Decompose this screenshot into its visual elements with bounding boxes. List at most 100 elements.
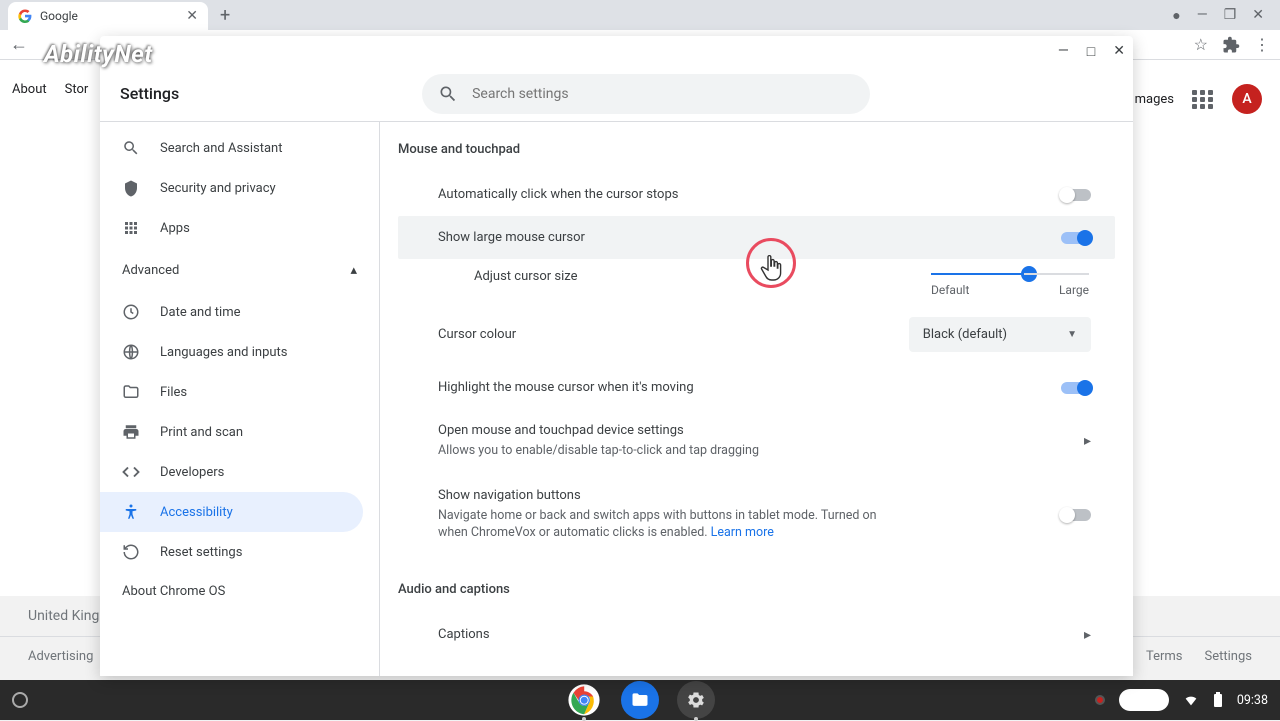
nav-buttons-sub: Navigate home or back and switch apps wi… (438, 507, 898, 542)
maximize-icon[interactable]: ❐ (1224, 7, 1237, 23)
sidebar-about-chromeos[interactable]: About Chrome OS (100, 572, 379, 611)
sidebar-advanced-label: Advanced (122, 263, 179, 278)
tab-title: Google (40, 9, 78, 23)
battery-icon (1213, 692, 1223, 708)
highlight-cursor-toggle[interactable] (1061, 382, 1091, 394)
win-minimize-icon[interactable]: — (1058, 43, 1069, 59)
highlight-cursor-label: Highlight the mouse cursor when it's mov… (438, 380, 1061, 395)
row-large-cursor[interactable]: Show large mouse cursor (398, 216, 1115, 259)
globe-icon (122, 343, 140, 361)
win-close-icon[interactable]: ✕ (1113, 43, 1125, 59)
auto-click-toggle[interactable] (1061, 189, 1091, 201)
nav-images[interactable]: mages (1135, 92, 1174, 107)
settings-app-icon[interactable] (677, 681, 715, 719)
section-audio-captions: Audio and captions (398, 582, 1115, 597)
settings-titlebar: — □ ✕ (100, 36, 1133, 66)
row-auto-click[interactable]: Automatically click when the cursor stop… (398, 173, 1115, 216)
clock-icon (122, 303, 140, 321)
win-maximize-icon[interactable]: □ (1087, 43, 1095, 60)
reset-icon (122, 543, 140, 561)
sidebar-item-developers[interactable]: Developers (100, 452, 363, 492)
sidebar-item-label: Accessibility (160, 505, 233, 520)
sidebar-item-label: Languages and inputs (160, 345, 288, 360)
chromeos-shelf: 09:38 (0, 680, 1280, 720)
nav-store[interactable]: Stor (65, 82, 89, 97)
avatar[interactable]: A (1232, 84, 1262, 114)
settings-search[interactable] (422, 74, 870, 114)
row-captions[interactable]: Captions ▸ (398, 613, 1115, 657)
chevron-right-icon: ▸ (1084, 627, 1091, 643)
nav-about[interactable]: About (12, 82, 47, 97)
sidebar-item-label: Apps (160, 221, 190, 236)
adjust-size-label: Adjust cursor size (474, 269, 578, 284)
launcher-icon[interactable] (12, 692, 28, 708)
footer-advertising[interactable]: Advertising (28, 649, 93, 664)
sidebar-item-label: Print and scan (160, 425, 243, 440)
settings-sidebar: Search and Assistant Security and privac… (100, 122, 380, 676)
slider-min-label: Default (931, 283, 969, 297)
search-icon (122, 139, 140, 157)
google-nav-left: About Stor (12, 82, 88, 97)
sidebar-advanced-toggle[interactable]: Advanced ▴ (100, 248, 379, 292)
footer-settings[interactable]: Settings (1205, 649, 1252, 664)
sidebar-item-label: Files (160, 385, 187, 400)
sidebar-item-apps[interactable]: Apps (100, 208, 363, 248)
sidebar-item-reset[interactable]: Reset settings (100, 532, 363, 572)
back-icon[interactable]: ← (10, 34, 28, 55)
watermark-logo: AbilityNet (44, 40, 153, 68)
cursor-size-slider[interactable] (931, 273, 1089, 275)
settings-search-input[interactable] (472, 86, 854, 102)
sidebar-item-print-scan[interactable]: Print and scan (100, 412, 363, 452)
browser-tab[interactable]: Google ✕ (8, 2, 208, 30)
folder-icon (122, 383, 140, 401)
shield-icon (122, 179, 140, 197)
extensions-icon[interactable] (1222, 36, 1240, 54)
auto-click-label: Automatically click when the cursor stop… (438, 187, 1061, 202)
close-window-icon[interactable]: ✕ (1252, 7, 1264, 23)
accessibility-icon (122, 503, 140, 521)
row-nav-buttons[interactable]: Show navigation buttons Navigate home or… (398, 474, 1115, 556)
sidebar-item-security[interactable]: Security and privacy (100, 168, 363, 208)
chevron-up-icon: ▴ (350, 263, 357, 278)
settings-header: Settings (100, 66, 1133, 122)
code-icon (122, 463, 140, 481)
google-nav-right: mages A (1135, 84, 1262, 114)
sidebar-item-accessibility[interactable]: Accessibility (100, 492, 363, 532)
apps-icon (122, 219, 140, 237)
learn-more-link[interactable]: Learn more (711, 525, 774, 540)
shelf-status-area[interactable]: 09:38 (1095, 689, 1268, 711)
printer-icon (122, 423, 140, 441)
large-cursor-label: Show large mouse cursor (438, 230, 1061, 245)
settings-body: Search and Assistant Security and privac… (100, 122, 1133, 676)
minimize-icon[interactable]: — (1197, 7, 1208, 23)
window-controls: ● — ❐ ✕ (1172, 7, 1272, 24)
new-tab-button[interactable]: + (220, 5, 230, 26)
sidebar-item-date-time[interactable]: Date and time (100, 292, 363, 332)
nav-buttons-toggle[interactable] (1061, 509, 1091, 521)
section-mouse-touchpad: Mouse and touchpad (398, 142, 1115, 157)
slider-thumb[interactable] (1021, 266, 1037, 282)
apps-grid-icon[interactable] (1192, 90, 1214, 109)
footer-terms[interactable]: Terms (1146, 649, 1183, 664)
shelf-apps (565, 681, 715, 719)
chrome-app-icon[interactable] (565, 681, 603, 719)
cursor-colour-dropdown[interactable]: Black (default) ▼ (909, 317, 1091, 352)
files-app-icon[interactable] (621, 681, 659, 719)
sidebar-item-languages[interactable]: Languages and inputs (100, 332, 363, 372)
recording-indicator-icon (1095, 695, 1105, 705)
menu-dots-icon[interactable]: ⋮ (1254, 35, 1270, 54)
chevron-down-icon: ▼ (1067, 329, 1077, 340)
large-cursor-toggle[interactable] (1061, 232, 1091, 244)
sidebar-item-label: Reset settings (160, 545, 242, 560)
tab-close-icon[interactable]: ✕ (186, 8, 198, 24)
sidebar-item-search-assistant[interactable]: Search and Assistant (100, 128, 363, 168)
star-icon[interactable]: ☆ (1194, 35, 1208, 54)
settings-title: Settings (120, 84, 179, 103)
shelf-pill (1119, 689, 1169, 711)
row-highlight-cursor[interactable]: Highlight the mouse cursor when it's mov… (398, 366, 1115, 409)
nav-buttons-label: Show navigation buttons (438, 488, 898, 503)
row-open-device-settings[interactable]: Open mouse and touchpad device settings … (398, 409, 1115, 474)
slider-max-label: Large (1059, 283, 1089, 297)
cursor-colour-label: Cursor colour (438, 327, 909, 342)
sidebar-item-files[interactable]: Files (100, 372, 363, 412)
